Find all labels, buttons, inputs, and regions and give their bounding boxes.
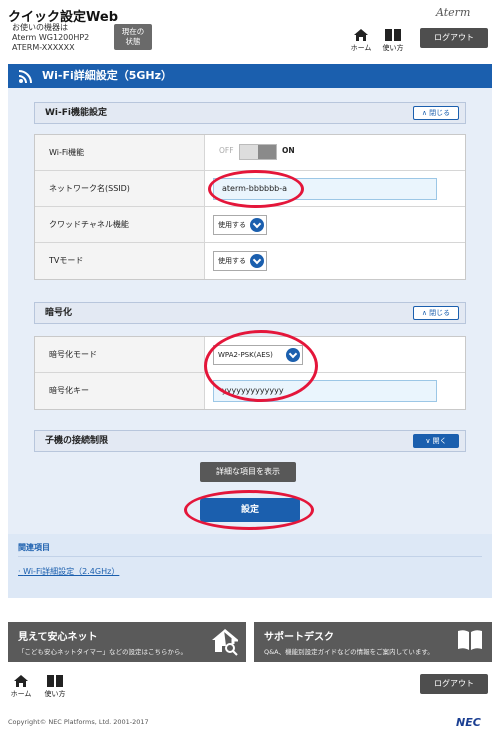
related-title: 関連項目 [18, 543, 50, 552]
collapse-label: 閉じる [429, 109, 451, 117]
related-link-wifi-24ghz[interactable]: · Wi-Fi詳細設定（2.4GHz） [18, 566, 119, 577]
encryption-key-row: 暗号化キー yyyyyyyyyyyyy [35, 373, 465, 409]
help-nav[interactable]: 使い方 [380, 28, 406, 53]
quad-channel-label: クワッドチャネル機能 [35, 207, 205, 242]
device-id: ATERM-XXXXXX [12, 43, 75, 52]
submit-button[interactable]: 設定 [200, 498, 300, 522]
book-icon [47, 675, 63, 687]
toggle-off-text: OFF [219, 146, 234, 155]
footer-logout-button[interactable]: ログアウト [420, 674, 488, 694]
encryption-section-header: 暗号化 ∧ 閉じる [34, 302, 466, 324]
support-desk-title: サポートデスク [264, 632, 334, 643]
chevron-down-icon: ∨ [425, 437, 433, 445]
wifi-function-label: Wi-Fi機能 [35, 135, 205, 170]
chevron-down-icon [250, 218, 264, 232]
logout-button[interactable]: ログアウト [420, 28, 488, 48]
home-icon [354, 29, 368, 41]
current-status-label: 現在の 状態 [121, 27, 145, 46]
page-title: Wi-Fi詳細設定（5GHz） [42, 69, 173, 82]
tv-mode-select[interactable]: 使用する [213, 251, 267, 271]
restrict-section-header: 子機の接続制限 ∨ 開く [34, 430, 466, 452]
mieru-anshin-desc: 「こども安心ネットタイマー」などの設定はこちらから。 [18, 648, 187, 656]
encryption-key-label: 暗号化キー [35, 373, 205, 409]
quad-channel-row: クワッドチャネル機能 使用する [35, 207, 465, 243]
toggle-knob [258, 145, 276, 159]
wifi-icon [18, 70, 32, 84]
tv-mode-value: 使用する [218, 257, 246, 265]
encryption-section-title: 暗号化 [45, 308, 73, 318]
book-icon [458, 630, 482, 650]
tv-mode-label: TVモード [35, 243, 205, 279]
toggle-on-text: ON [282, 146, 295, 155]
encryption-mode-row: 暗号化モード WPA2-PSK(AES) [35, 337, 465, 373]
wifi-function-toggle[interactable] [239, 144, 277, 160]
restrict-section-title: 子機の接続制限 [45, 436, 109, 446]
related-section: 関連項目 · Wi-Fi詳細設定（2.4GHz） [8, 534, 492, 598]
encryption-mode-label: 暗号化モード [35, 337, 205, 372]
page-title-bar: Wi-Fi詳細設定（5GHz） [8, 64, 492, 88]
tv-mode-row: TVモード 使用する [35, 243, 465, 279]
open-label: 開く [432, 437, 447, 445]
ssid-label: ネットワーク名(SSID) [35, 171, 205, 206]
encryption-key-input[interactable]: yyyyyyyyyyyyy [213, 380, 437, 402]
chevron-down-icon [250, 254, 264, 268]
support-desk-card[interactable]: サポートデスク Q&A、機能別設定ガイドなどの情報をご案内しています。 [254, 622, 492, 662]
nec-logo: NEC [456, 716, 481, 729]
encryption-mode-value: WPA2-PSK(AES) [218, 351, 273, 359]
book-icon [385, 29, 401, 41]
wifi-section-header: Wi-Fi機能設定 ∧ 閉じる [34, 102, 466, 124]
collapse-label: 閉じる [429, 309, 451, 317]
footer-help-label: 使い方 [44, 690, 66, 698]
encryption-table: 暗号化モード WPA2-PSK(AES) 暗号化キー yyyyyyyyyyyyy [34, 336, 466, 410]
mieru-anshin-card[interactable]: 見えて安心ネット 「こども安心ネットタイマー」などの設定はこちらから。 [8, 622, 246, 662]
encryption-section-collapse-button[interactable]: ∧ 閉じる [413, 306, 459, 320]
device-caption: お使いの機器は [12, 23, 68, 32]
home-nav[interactable]: ホーム [348, 28, 374, 53]
device-model: Aterm WG1200HP2 [12, 33, 90, 42]
show-details-button[interactable]: 詳細な項目を表示 [200, 462, 296, 482]
divider [18, 556, 482, 557]
support-desk-desc: Q&A、機能別設定ガイドなどの情報をご案内しています。 [264, 648, 434, 656]
header: クイック設定Web お使いの機器は Aterm WG1200HP2 ATERM-… [0, 0, 500, 60]
wifi-section-title: Wi-Fi機能設定 [45, 108, 107, 118]
copyright: Copyright© NEC Platforms, Ltd. 2001-2017 [8, 718, 149, 726]
home-search-icon [212, 628, 238, 656]
current-status-button[interactable]: 現在の 状態 [114, 24, 152, 50]
aterm-logo: Aterm [436, 6, 471, 19]
ssid-row: ネットワーク名(SSID) aterm-bbbbbb-a [35, 171, 465, 207]
wifi-section-collapse-button[interactable]: ∧ 閉じる [413, 106, 459, 120]
quad-channel-select[interactable]: 使用する [213, 215, 267, 235]
chevron-down-icon [286, 348, 300, 362]
quad-channel-value: 使用する [218, 221, 246, 229]
home-label: ホーム [350, 44, 372, 52]
wifi-settings-table: Wi-Fi機能 OFF ON ネットワーク名(SSID) aterm-bbbbb… [34, 134, 466, 280]
help-label: 使い方 [382, 44, 404, 52]
footer-home-nav[interactable]: ホーム [8, 674, 34, 699]
footer-home-label: ホーム [10, 690, 32, 698]
mieru-anshin-title: 見えて安心ネット [18, 632, 98, 643]
encryption-mode-select[interactable]: WPA2-PSK(AES) [213, 345, 303, 365]
restrict-section-open-button[interactable]: ∨ 開く [413, 434, 459, 448]
related-link-text: Wi-Fi詳細設定（2.4GHz） [23, 567, 120, 576]
home-icon [14, 675, 28, 687]
footer-help-nav[interactable]: 使い方 [42, 674, 68, 699]
ssid-input[interactable]: aterm-bbbbbb-a [213, 178, 437, 200]
wifi-function-row: Wi-Fi機能 OFF ON [35, 135, 465, 171]
